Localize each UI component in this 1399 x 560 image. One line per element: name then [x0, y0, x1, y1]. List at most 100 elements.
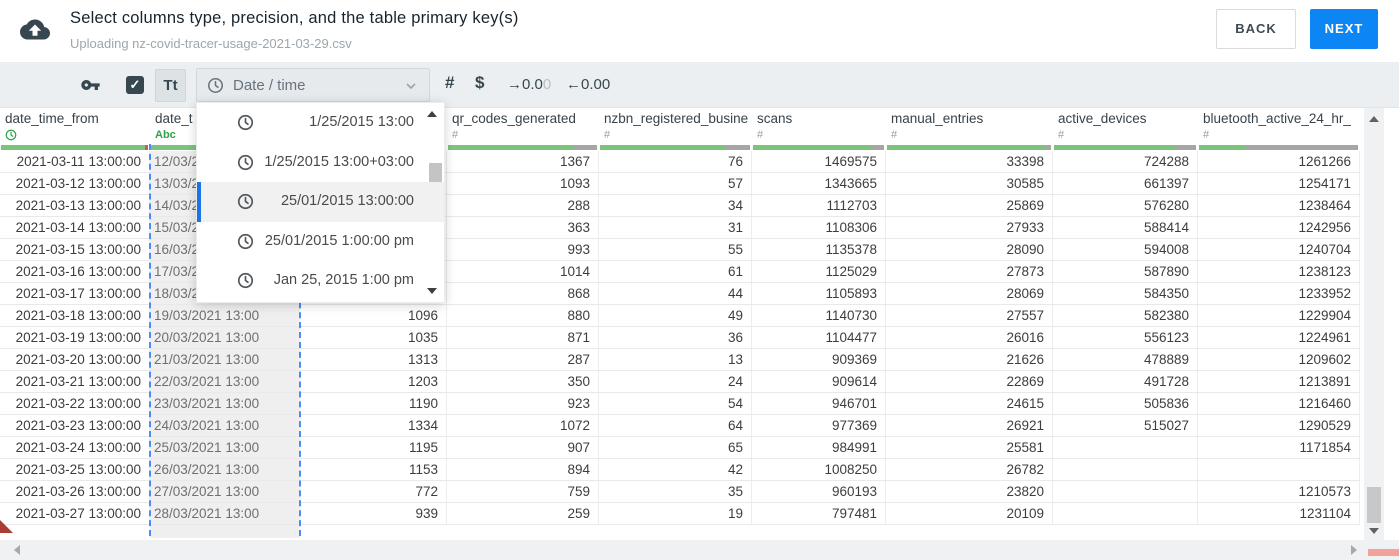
- table-cell[interactable]: 2021-03-25 13:00:00: [0, 459, 150, 480]
- table-cell[interactable]: 1072: [447, 415, 599, 436]
- table-cell[interactable]: 2021-03-19 13:00:00: [0, 327, 150, 348]
- table-cell[interactable]: 2021-03-23 13:00:00: [0, 415, 150, 436]
- table-cell[interactable]: 1242956: [1198, 217, 1360, 238]
- table-cell[interactable]: 19/03/2021 13:00: [150, 305, 300, 326]
- table-cell[interactable]: 65: [599, 437, 752, 458]
- table-cell[interactable]: 984991: [752, 437, 886, 458]
- table-cell[interactable]: 49: [599, 305, 752, 326]
- table-cell[interactable]: 1229904: [1198, 305, 1360, 326]
- table-cell[interactable]: 939: [300, 503, 447, 524]
- table-cell[interactable]: 2021-03-21 13:00:00: [0, 371, 150, 392]
- table-cell[interactable]: 1343665: [752, 173, 886, 194]
- table-cell[interactable]: 1190: [300, 393, 447, 414]
- table-cell[interactable]: 20/03/2021 13:00: [150, 327, 300, 348]
- table-cell[interactable]: 2021-03-20 13:00:00: [0, 349, 150, 370]
- table-cell[interactable]: 350: [447, 371, 599, 392]
- table-cell[interactable]: 1035: [300, 327, 447, 348]
- table-cell[interactable]: 33398: [886, 151, 1053, 172]
- table-cell[interactable]: 28090: [886, 239, 1053, 260]
- table-cell[interactable]: 2021-03-11 13:00:00: [0, 151, 150, 172]
- table-cell[interactable]: 993: [447, 239, 599, 260]
- table-cell[interactable]: 22869: [886, 371, 1053, 392]
- boolean-type-button[interactable]: ✓: [126, 76, 144, 94]
- table-cell[interactable]: 2021-03-12 13:00:00: [0, 173, 150, 194]
- table-cell[interactable]: 13: [599, 349, 752, 370]
- table-cell[interactable]: 24: [599, 371, 752, 392]
- table-cell[interactable]: 288: [447, 195, 599, 216]
- table-cell[interactable]: 34: [599, 195, 752, 216]
- table-cell[interactable]: 1210573: [1198, 481, 1360, 502]
- table-cell[interactable]: 27/03/2021 13:00: [150, 481, 300, 502]
- table-cell[interactable]: 1313: [300, 349, 447, 370]
- table-cell[interactable]: 2021-03-16 13:00:00: [0, 261, 150, 282]
- table-cell[interactable]: 1367: [447, 151, 599, 172]
- table-cell[interactable]: 28069: [886, 283, 1053, 304]
- horizontal-scrollbar[interactable]: [0, 540, 1399, 560]
- table-cell[interactable]: 1261266: [1198, 151, 1360, 172]
- table-cell[interactable]: 26016: [886, 327, 1053, 348]
- table-cell[interactable]: 1209602: [1198, 349, 1360, 370]
- next-button[interactable]: NEXT: [1310, 9, 1378, 49]
- column-header[interactable]: manual_entries #: [886, 108, 1053, 144]
- table-cell[interactable]: 23820: [886, 481, 1053, 502]
- table-cell[interactable]: 909614: [752, 371, 886, 392]
- table-cell[interactable]: 1233952: [1198, 283, 1360, 304]
- table-cell[interactable]: 1231104: [1198, 503, 1360, 524]
- column-header[interactable]: bluetooth_active_24_hr_ #: [1198, 108, 1360, 144]
- table-cell[interactable]: 54: [599, 393, 752, 414]
- table-cell[interactable]: 19: [599, 503, 752, 524]
- column-header[interactable]: active_devices #: [1053, 108, 1198, 144]
- table-cell[interactable]: 42: [599, 459, 752, 480]
- primary-key-button[interactable]: [78, 75, 103, 100]
- table-cell[interactable]: 57: [599, 173, 752, 194]
- table-cell[interactable]: 907: [447, 437, 599, 458]
- table-cell[interactable]: 759: [447, 481, 599, 502]
- table-cell[interactable]: 23/03/2021 13:00: [150, 393, 300, 414]
- table-cell[interactable]: 76: [599, 151, 752, 172]
- table-cell[interactable]: 1290529: [1198, 415, 1360, 436]
- table-cell[interactable]: 2021-03-17 13:00:00: [0, 283, 150, 304]
- table-cell[interactable]: 22/03/2021 13:00: [150, 371, 300, 392]
- table-cell[interactable]: 909369: [752, 349, 886, 370]
- table-cell[interactable]: 491728: [1053, 371, 1198, 392]
- table-cell[interactable]: 27933: [886, 217, 1053, 238]
- scroll-left-icon[interactable]: [14, 545, 20, 555]
- table-cell[interactable]: 2021-03-22 13:00:00: [0, 393, 150, 414]
- table-cell[interactable]: 259: [447, 503, 599, 524]
- table-cell[interactable]: 582380: [1053, 305, 1198, 326]
- table-cell[interactable]: 1108306: [752, 217, 886, 238]
- table-cell[interactable]: 61: [599, 261, 752, 282]
- table-cell[interactable]: 27557: [886, 305, 1053, 326]
- table-cell[interactable]: 2021-03-26 13:00:00: [0, 481, 150, 502]
- scroll-right-icon[interactable]: [1351, 545, 1357, 555]
- table-cell[interactable]: 1334: [300, 415, 447, 436]
- table-cell[interactable]: 1125029: [752, 261, 886, 282]
- table-cell[interactable]: 505836: [1053, 393, 1198, 414]
- table-cell[interactable]: 1213891: [1198, 371, 1360, 392]
- table-cell[interactable]: 724288: [1053, 151, 1198, 172]
- datetime-format-option[interactable]: 1/25/2015 13:00: [197, 103, 444, 143]
- table-cell[interactable]: 661397: [1053, 173, 1198, 194]
- table-cell[interactable]: 35: [599, 481, 752, 502]
- table-cell[interactable]: 1224961: [1198, 327, 1360, 348]
- table-cell[interactable]: 28/03/2021 13:00: [150, 503, 300, 524]
- table-cell[interactable]: 1112703: [752, 195, 886, 216]
- table-cell[interactable]: 1096: [300, 305, 447, 326]
- table-cell[interactable]: 588414: [1053, 217, 1198, 238]
- table-cell[interactable]: 1216460: [1198, 393, 1360, 414]
- table-cell[interactable]: 26/03/2021 13:00: [150, 459, 300, 480]
- table-cell[interactable]: 21626: [886, 349, 1053, 370]
- table-cell[interactable]: 894: [447, 459, 599, 480]
- scroll-up-icon[interactable]: [1369, 116, 1379, 122]
- table-cell[interactable]: 880: [447, 305, 599, 326]
- table-cell[interactable]: 26782: [886, 459, 1053, 480]
- table-cell[interactable]: 1135378: [752, 239, 886, 260]
- table-cell[interactable]: 24/03/2021 13:00: [150, 415, 300, 436]
- datetime-format-option[interactable]: Jan 25, 2015 1:00 pm: [197, 261, 444, 301]
- table-cell[interactable]: 797481: [752, 503, 886, 524]
- table-cell[interactable]: 960193: [752, 481, 886, 502]
- table-cell[interactable]: 36: [599, 327, 752, 348]
- table-cell[interactable]: 25869: [886, 195, 1053, 216]
- table-cell[interactable]: 20109: [886, 503, 1053, 524]
- table-cell[interactable]: 31: [599, 217, 752, 238]
